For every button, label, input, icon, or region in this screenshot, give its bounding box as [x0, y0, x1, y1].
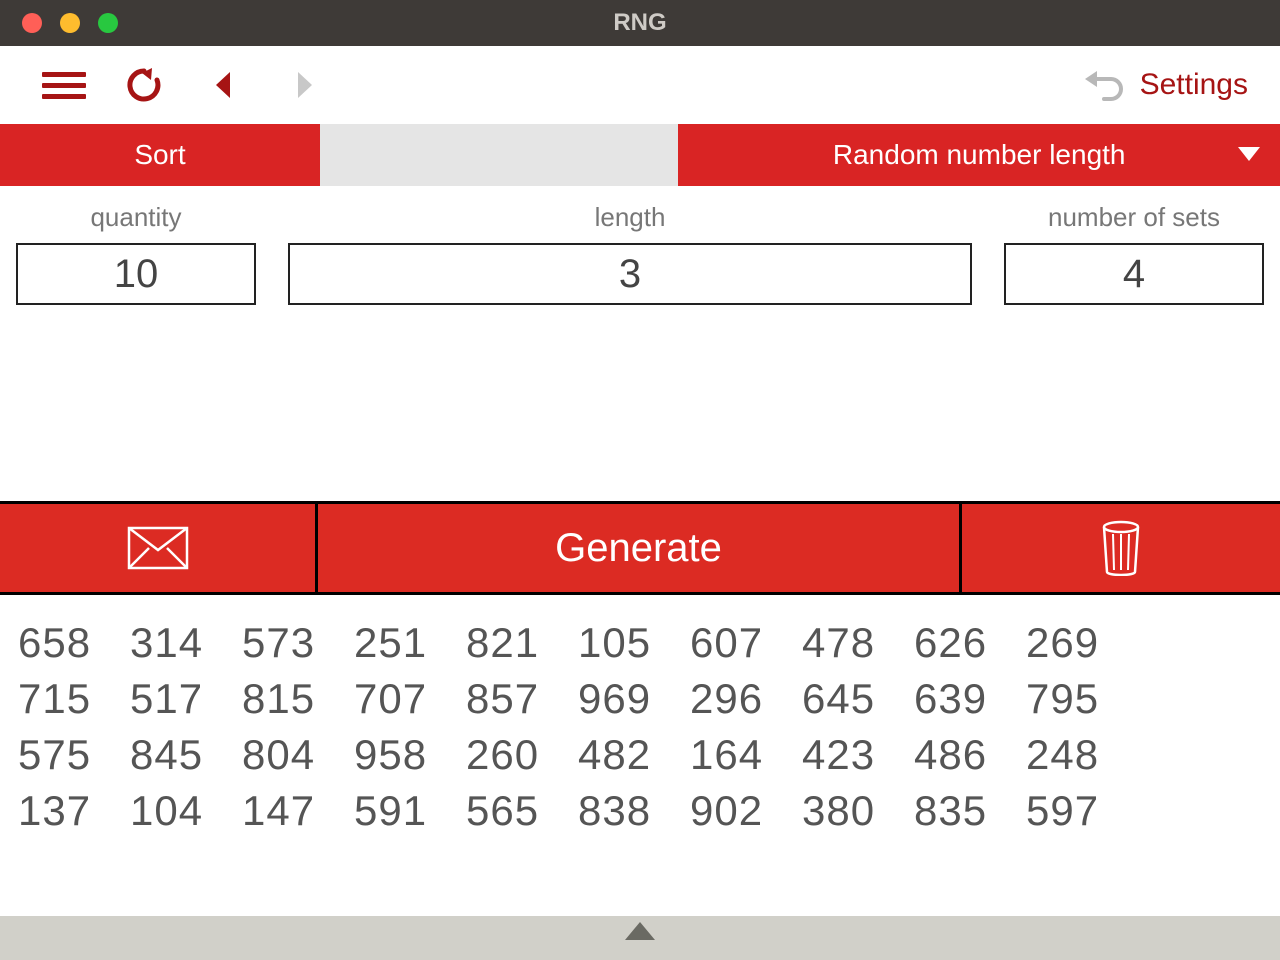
window-titlebar: RNG — [0, 0, 1280, 46]
result-number: 251 — [354, 619, 466, 667]
result-number: 591 — [354, 787, 466, 835]
forward-button[interactable] — [264, 55, 344, 115]
generate-button[interactable]: Generate — [318, 504, 962, 592]
result-number: 626 — [914, 619, 1026, 667]
chevron-up-icon — [625, 922, 655, 940]
result-number: 815 — [242, 675, 354, 723]
quantity-input[interactable] — [16, 243, 256, 305]
sets-label: number of sets — [1048, 202, 1220, 233]
result-number: 517 — [130, 675, 242, 723]
result-row: 658314573251821105607478626269 — [18, 619, 1262, 667]
bottom-drawer-handle[interactable] — [0, 916, 1280, 960]
result-row: 137104147591565838902380835597 — [18, 787, 1262, 835]
mode-tab-strip: Sort Random number length — [0, 124, 1280, 186]
zoom-window-button[interactable] — [98, 13, 118, 33]
window-controls — [0, 13, 118, 33]
result-number: 486 — [914, 731, 1026, 779]
quantity-group: quantity — [16, 202, 256, 305]
result-number: 835 — [914, 787, 1026, 835]
quantity-label: quantity — [90, 202, 181, 233]
result-number: 902 — [690, 787, 802, 835]
length-input[interactable] — [288, 243, 972, 305]
result-number: 607 — [690, 619, 802, 667]
result-number: 147 — [242, 787, 354, 835]
result-number: 838 — [578, 787, 690, 835]
action-bar: Generate — [0, 501, 1280, 595]
generate-label: Generate — [555, 526, 722, 571]
result-number: 380 — [802, 787, 914, 835]
result-number: 565 — [466, 787, 578, 835]
result-number: 715 — [18, 675, 130, 723]
share-mail-button[interactable] — [0, 504, 318, 592]
result-number: 958 — [354, 731, 466, 779]
sets-input[interactable] — [1004, 243, 1264, 305]
result-number: 137 — [18, 787, 130, 835]
result-number: 639 — [914, 675, 1026, 723]
undo-icon — [1083, 67, 1127, 103]
result-number: 658 — [18, 619, 130, 667]
result-number: 575 — [18, 731, 130, 779]
menu-button[interactable] — [24, 55, 104, 115]
result-number: 314 — [130, 619, 242, 667]
envelope-icon — [127, 526, 189, 570]
result-number: 573 — [242, 619, 354, 667]
undo-button[interactable] — [1070, 55, 1140, 115]
result-number: 269 — [1026, 619, 1138, 667]
result-number: 857 — [466, 675, 578, 723]
result-row: 575845804958260482164423486248 — [18, 731, 1262, 779]
minimize-window-button[interactable] — [60, 13, 80, 33]
result-number: 478 — [802, 619, 914, 667]
tab-random-number-length[interactable]: Random number length — [678, 124, 1280, 186]
refresh-button[interactable] — [104, 55, 184, 115]
result-number: 795 — [1026, 675, 1138, 723]
forward-icon — [292, 70, 316, 100]
result-number: 969 — [578, 675, 690, 723]
close-window-button[interactable] — [22, 13, 42, 33]
result-number: 645 — [802, 675, 914, 723]
result-number: 482 — [578, 731, 690, 779]
tab-sort-label: Sort — [134, 139, 185, 171]
result-number: 164 — [690, 731, 802, 779]
back-icon — [212, 70, 236, 100]
top-toolbar: Settings — [0, 46, 1280, 124]
sets-group: number of sets — [1004, 202, 1264, 305]
result-number: 845 — [130, 731, 242, 779]
result-number: 260 — [466, 731, 578, 779]
tab-sort[interactable]: Sort — [0, 124, 320, 186]
settings-link[interactable]: Settings — [1140, 68, 1256, 102]
back-button[interactable] — [184, 55, 264, 115]
result-number: 248 — [1026, 731, 1138, 779]
parameters-row: quantity length number of sets — [0, 186, 1280, 305]
result-number: 104 — [130, 787, 242, 835]
result-number: 423 — [802, 731, 914, 779]
length-group: length — [288, 202, 972, 305]
hamburger-icon — [42, 72, 86, 99]
result-number: 804 — [242, 731, 354, 779]
tab-blank[interactable] — [320, 124, 678, 186]
refresh-icon — [124, 65, 164, 105]
window-title: RNG — [0, 9, 1280, 37]
chevron-down-icon — [1238, 147, 1260, 163]
results-area: 6583145732518211056074786262697155178157… — [0, 595, 1280, 853]
result-number: 105 — [578, 619, 690, 667]
clear-button[interactable] — [962, 504, 1280, 592]
trash-icon — [1100, 520, 1142, 576]
result-number: 296 — [690, 675, 802, 723]
result-number: 707 — [354, 675, 466, 723]
result-row: 715517815707857969296645639795 — [18, 675, 1262, 723]
tab-rnl-label: Random number length — [833, 139, 1126, 171]
length-label: length — [595, 202, 666, 233]
result-number: 597 — [1026, 787, 1138, 835]
result-number: 821 — [466, 619, 578, 667]
